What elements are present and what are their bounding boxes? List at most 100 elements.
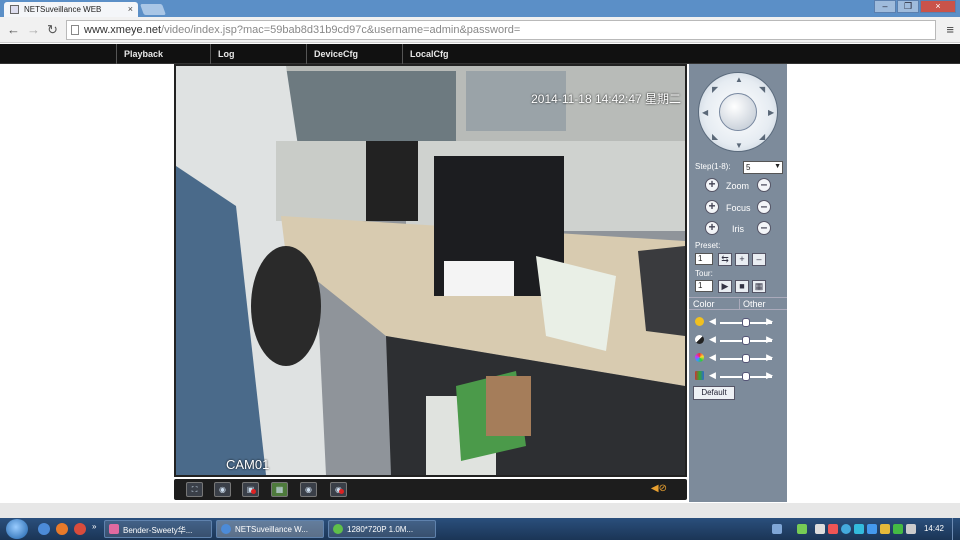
chrome-icon[interactable] bbox=[38, 523, 50, 535]
taskbar-item-video[interactable]: 1280*720P 1.0M... bbox=[328, 520, 436, 538]
close-window-button[interactable]: × bbox=[920, 0, 956, 13]
show-desktop-button[interactable] bbox=[952, 518, 960, 540]
talk-button[interactable]: ◉ bbox=[300, 482, 317, 497]
iris-close-button[interactable]: – bbox=[757, 221, 771, 235]
snapshot-button[interactable]: ▦ bbox=[271, 482, 288, 497]
tray-cloud-icon[interactable] bbox=[854, 524, 864, 534]
zoom-out-button[interactable]: – bbox=[757, 178, 771, 192]
tray-device-icon[interactable] bbox=[797, 524, 807, 534]
preset-input[interactable]: 1 bbox=[695, 253, 713, 265]
app-icon[interactable] bbox=[74, 523, 86, 535]
default-button[interactable]: Default bbox=[693, 386, 735, 400]
tab-close-icon[interactable]: × bbox=[128, 4, 133, 14]
preset-add-button[interactable]: + bbox=[735, 253, 749, 266]
taskbar-item-bender[interactable]: Bender-Sweety华... bbox=[104, 520, 212, 538]
ptz-up-left-icon[interactable]: ◤ bbox=[712, 85, 718, 94]
tray-app-icon[interactable] bbox=[828, 524, 838, 534]
chrome-icon bbox=[221, 524, 231, 534]
restore-button[interactable]: ❐ bbox=[897, 0, 919, 13]
preset-goto-button[interactable]: ⇆ bbox=[718, 253, 732, 266]
contrast-knob[interactable] bbox=[742, 336, 750, 345]
tour-input[interactable]: 1 bbox=[695, 280, 713, 292]
slider-decrease-icon[interactable]: ◀ bbox=[709, 334, 716, 345]
step-select[interactable]: 5 ▼ bbox=[743, 161, 783, 174]
stop-button[interactable]: ◉ bbox=[330, 482, 347, 497]
new-tab-button[interactable] bbox=[139, 4, 167, 15]
tray-keyboard-icon[interactable] bbox=[772, 524, 782, 534]
focus-out-button[interactable]: – bbox=[757, 200, 771, 214]
preset-remove-button[interactable]: – bbox=[752, 253, 766, 266]
tour-grid-button[interactable]: ▦ bbox=[752, 280, 766, 293]
preset-label: Preset: bbox=[695, 241, 721, 250]
ptz-up-icon[interactable]: ▲ bbox=[735, 75, 743, 84]
back-icon[interactable]: ← bbox=[7, 22, 20, 37]
ptz-center-button[interactable] bbox=[719, 93, 757, 131]
taskbar-clock[interactable]: 14:42 bbox=[924, 524, 944, 533]
tour-play-button[interactable]: ▶ bbox=[718, 280, 732, 293]
fullscreen-button[interactable]: ⛶ bbox=[186, 482, 203, 497]
taskbar-item-netsuveillance[interactable]: NETSuveillance W... bbox=[216, 520, 324, 538]
hue-icon bbox=[695, 371, 704, 380]
slider-decrease-icon[interactable]: ◀ bbox=[709, 316, 716, 327]
color-other-tabs: Color Other bbox=[689, 297, 787, 310]
browser-toolbar: ← → ↻ www.xmeye.net/video/index.jsp?mac=… bbox=[0, 17, 960, 43]
stream-button[interactable]: ◉ bbox=[214, 482, 231, 497]
focus-in-button[interactable]: + bbox=[705, 200, 719, 214]
camera-scene-image bbox=[176, 66, 685, 475]
browser-menu-icon[interactable]: ≡ bbox=[946, 22, 954, 37]
forward-icon[interactable]: → bbox=[27, 22, 40, 37]
overflow-icon[interactable]: » bbox=[92, 522, 96, 531]
tray-sync-icon[interactable] bbox=[867, 524, 877, 534]
windows-taskbar: » Bender-Sweety华... NETSuveillance W... … bbox=[0, 518, 960, 540]
minimize-button[interactable]: – bbox=[874, 0, 896, 13]
reload-icon[interactable]: ↻ bbox=[47, 22, 58, 38]
tour-stop-button[interactable]: ■ bbox=[735, 280, 749, 293]
ptz-joystick[interactable]: ▲ ▼ ◀ ▶ ◤ ◥ ◣ ◢ bbox=[698, 72, 778, 152]
zoom-in-button[interactable]: + bbox=[705, 178, 719, 192]
ptz-right-icon[interactable]: ▶ bbox=[768, 108, 774, 117]
tab-color[interactable]: Color bbox=[693, 299, 715, 309]
video-feed[interactable]: 2014-11-18 14:42:47 星期二 CAM01 bbox=[174, 64, 687, 477]
firefox-icon[interactable] bbox=[56, 523, 68, 535]
task-label: NETSuveillance W... bbox=[235, 525, 308, 534]
slider-decrease-icon[interactable]: ◀ bbox=[709, 370, 716, 381]
iris-open-button[interactable]: + bbox=[705, 221, 719, 235]
video-toolbar: ⛶ ◉ ▣ ▦ ◉ ◉ ◀⊘ bbox=[174, 479, 687, 500]
tray-security-icon[interactable] bbox=[880, 524, 890, 534]
record-button[interactable]: ▣ bbox=[242, 482, 259, 497]
ptz-down-right-icon[interactable]: ◢ bbox=[759, 132, 765, 141]
tray-qq-icon[interactable] bbox=[841, 524, 851, 534]
nav-local-cfg[interactable]: LocalCfg bbox=[402, 44, 496, 64]
tour-label: Tour: bbox=[695, 269, 713, 278]
address-bar[interactable]: www.xmeye.net/video/index.jsp?mac=59bab8… bbox=[66, 20, 936, 40]
slider-increase-icon[interactable]: ▶ bbox=[766, 370, 773, 381]
player-icon bbox=[333, 524, 343, 534]
slider-increase-icon[interactable]: ▶ bbox=[766, 316, 773, 327]
app-nav-bar: Playback Log DeviceCfg LocalCfg bbox=[0, 44, 960, 64]
ptz-down-icon[interactable]: ▼ bbox=[735, 141, 743, 150]
volume-mute-icon[interactable]: ◀⊘ bbox=[651, 483, 667, 494]
slider-increase-icon[interactable]: ▶ bbox=[766, 334, 773, 345]
slider-decrease-icon[interactable]: ◀ bbox=[709, 352, 716, 363]
tab-other[interactable]: Other bbox=[739, 299, 766, 309]
nav-log[interactable]: Log bbox=[210, 44, 304, 64]
contrast-slider-row: ◀ ▶ bbox=[695, 334, 783, 346]
hue-knob[interactable] bbox=[742, 372, 750, 381]
browser-tab-bar: NETSuveillance WEB × – ❐ × bbox=[0, 0, 960, 17]
ptz-up-right-icon[interactable]: ◥ bbox=[759, 85, 765, 94]
url-host: www.xmeye.net bbox=[84, 24, 162, 36]
saturation-knob[interactable] bbox=[742, 354, 750, 363]
window-controls: – ❐ × bbox=[874, 0, 956, 14]
nav-playback[interactable]: Playback bbox=[116, 44, 210, 64]
ptz-down-left-icon[interactable]: ◣ bbox=[712, 132, 718, 141]
tray-volume-icon[interactable] bbox=[906, 524, 916, 534]
hue-slider-row: ◀ ▶ bbox=[695, 370, 783, 382]
nav-device-cfg[interactable]: DeviceCfg bbox=[306, 44, 400, 64]
brightness-knob[interactable] bbox=[742, 318, 750, 327]
slider-increase-icon[interactable]: ▶ bbox=[766, 352, 773, 363]
tray-wifi-icon[interactable] bbox=[893, 524, 903, 534]
browser-tab[interactable]: NETSuveillance WEB × bbox=[4, 2, 138, 17]
ptz-left-icon[interactable]: ◀ bbox=[702, 108, 708, 117]
start-button[interactable] bbox=[6, 519, 28, 539]
tray-network-icon[interactable] bbox=[815, 524, 825, 534]
